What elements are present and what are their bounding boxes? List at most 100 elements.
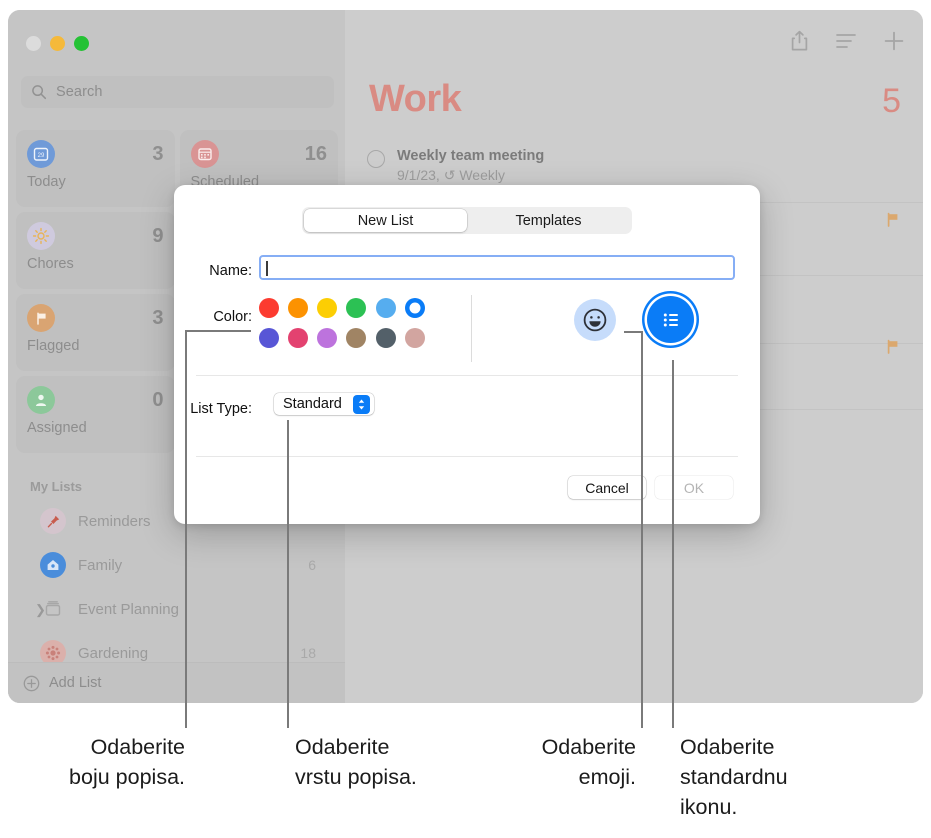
name-field-label: Name: (209, 263, 252, 279)
content-toolbar (790, 30, 905, 52)
share-icon[interactable] (790, 30, 809, 52)
callout-caption-emoji: Odaberite emoji. (460, 732, 636, 792)
callout-caption-color: Odaberite boju popisa. (0, 732, 185, 792)
add-icon[interactable] (883, 30, 905, 52)
sidebar-item-label: Reminders (78, 512, 151, 530)
task-item[interactable]: Weekly team meeting 9/1/23, ↺ Weekly (367, 148, 544, 184)
dialog-tabs: New List Templates (302, 207, 632, 234)
tab-new-list[interactable]: New List (304, 209, 467, 232)
page-task-count: 5 (882, 82, 901, 120)
sidebar-item-count: 6 (308, 557, 316, 573)
calendar-today-icon: 29 (27, 140, 55, 168)
sidebar-item-count: 18 (300, 645, 316, 661)
close-window-button[interactable] (26, 36, 41, 51)
task-complete-toggle[interactable] (367, 150, 385, 168)
color-swatch-lightblue[interactable] (375, 298, 396, 318)
color-swatch-red[interactable] (259, 298, 279, 318)
window-traffic-lights (26, 36, 89, 51)
smart-list-count: 3 (152, 306, 164, 329)
sidebar-item-event-planning[interactable]: ❯ Event Planning (16, 586, 338, 632)
search-placeholder: Search (56, 84, 103, 100)
callout-leader-color-vertical (185, 330, 187, 728)
search-input[interactable]: Search (21, 76, 334, 108)
section-divider (196, 456, 738, 457)
color-swatch-yellow[interactable] (317, 298, 338, 318)
caption-line: boju popisa. (69, 765, 185, 789)
ok-button: OK (655, 476, 733, 499)
flag-icon (27, 304, 55, 332)
text-caret (266, 261, 268, 276)
flag-icon (885, 339, 901, 360)
tab-templates[interactable]: Templates (467, 209, 630, 232)
sidebar-item-family[interactable]: Family 6 (16, 542, 338, 588)
caption-line: emoji. (578, 765, 636, 789)
smart-list-count: 9 (152, 224, 164, 247)
flag-icon (885, 212, 901, 233)
callout-leader-emoji-horizontal (624, 331, 642, 333)
callout-leader-standard-icon (672, 360, 674, 728)
chevron-right-icon[interactable]: ❯ (35, 603, 46, 616)
sidebar-item-label: Gardening (78, 644, 149, 662)
pin-icon (40, 508, 66, 534)
sun-icon (27, 222, 55, 250)
task-subtitle: 9/1/23, ↺ Weekly (397, 167, 505, 183)
vertical-divider (471, 295, 472, 362)
color-swatch-brown[interactable] (346, 328, 367, 348)
list-options-icon[interactable] (835, 32, 857, 50)
smiley-face-icon (583, 308, 607, 332)
color-swatch-grid (259, 298, 434, 348)
search-icon (32, 85, 47, 100)
up-down-chevron-icon (352, 394, 370, 414)
color-swatch-slate[interactable] (375, 328, 396, 348)
smart-list-chores[interactable]: 9 Chores (16, 212, 175, 289)
smart-list-count: 3 (152, 142, 164, 165)
color-swatch-orange[interactable] (288, 298, 309, 318)
my-lists-header: My Lists (30, 479, 83, 494)
list-name-input[interactable] (259, 255, 735, 280)
svg-text:29: 29 (38, 153, 45, 159)
smart-list-count: 0 (152, 388, 164, 411)
callout-leader-list-type (287, 420, 289, 728)
callout-leader-emoji-vertical (641, 331, 643, 728)
person-icon (27, 386, 55, 414)
color-swatch-indigo[interactable] (259, 328, 279, 348)
emoji-picker-button[interactable] (574, 299, 616, 341)
screenshot-root: Search 29 3 Today 16 Scheduled 9 Chores … (0, 0, 931, 838)
caption-line: Odaberite (680, 735, 775, 759)
list-type-value: Standard (283, 396, 342, 412)
caption-line: Odaberite (541, 735, 636, 759)
color-swatch-rose[interactable] (404, 328, 425, 348)
caption-line: standardnu (680, 765, 788, 789)
plus-circle-icon (23, 675, 40, 691)
color-swatch-pink[interactable] (288, 328, 309, 348)
list-type-select[interactable]: Standard (274, 393, 374, 415)
minimize-window-button[interactable] (50, 36, 65, 51)
smart-list-label: Flagged (27, 338, 80, 354)
cancel-button[interactable]: Cancel (568, 476, 646, 499)
color-swatch-purple[interactable] (317, 328, 338, 348)
smart-list-flagged[interactable]: 3 Flagged (16, 294, 175, 371)
callout-caption-standard-icon: Odaberite standardnu ikonu. (680, 732, 900, 822)
callout-leader-color-horizontal (185, 330, 251, 332)
color-swatch-blue-selected[interactable] (404, 298, 425, 318)
sidebar-item-label: Event Planning (78, 600, 179, 618)
smart-list-today[interactable]: 29 3 Today (16, 130, 175, 207)
add-list-button[interactable]: Add List (8, 662, 345, 703)
maximize-window-button[interactable] (74, 36, 89, 51)
smart-list-label: Assigned (27, 420, 87, 436)
task-title: Weekly team meeting (397, 148, 545, 164)
page-title: Work (369, 78, 462, 120)
color-field-label: Color: (213, 309, 252, 325)
smart-list-label: Today (27, 174, 66, 190)
house-icon (40, 552, 66, 578)
color-swatch-green[interactable] (346, 298, 367, 318)
section-divider (196, 375, 738, 376)
smart-list-label: Chores (27, 256, 74, 272)
smart-list-count: 16 (304, 142, 327, 165)
bulleted-list-icon (663, 313, 678, 326)
calendar-scheduled-icon (190, 140, 219, 168)
smart-list-assigned[interactable]: 0 Assigned (16, 376, 175, 453)
caption-line: Odaberite (90, 735, 185, 759)
standard-icon-button[interactable] (647, 296, 694, 343)
add-list-label: Add List (49, 675, 102, 691)
